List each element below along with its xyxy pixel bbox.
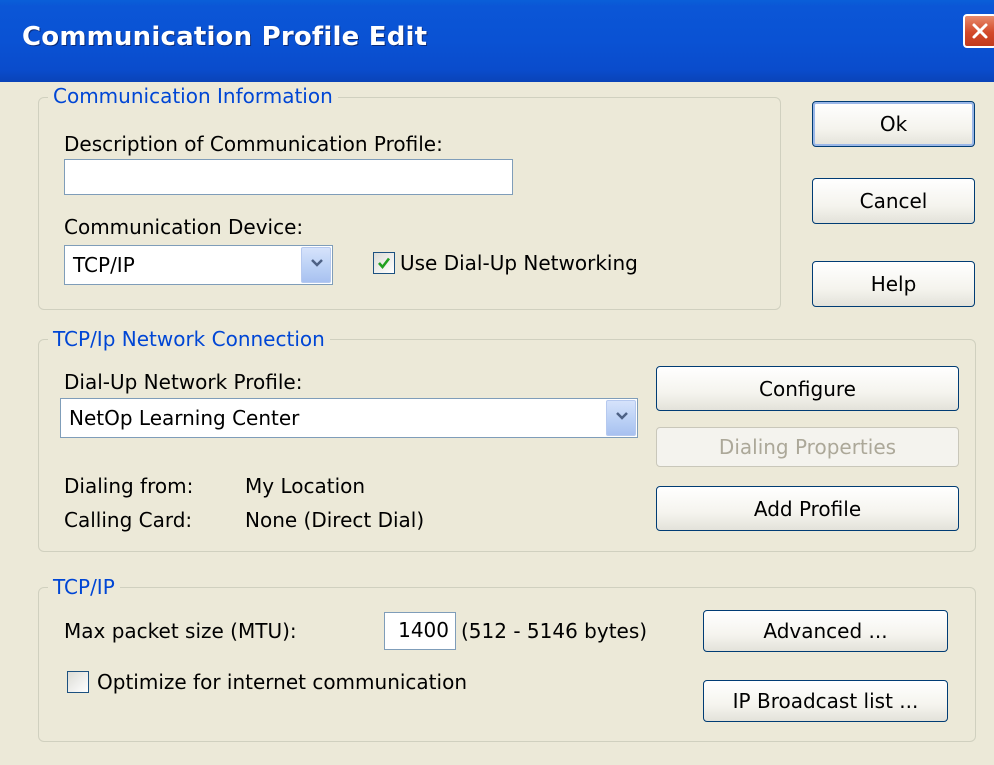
description-input[interactable] [64,159,513,195]
advanced-button[interactable]: Advanced ... [703,610,948,652]
mtu-input[interactable]: 1400 [384,612,456,650]
device-dropdown-button[interactable] [301,247,331,283]
mtu-range: (512 - 5146 bytes) [461,619,648,643]
dialup-checkbox-label[interactable]: Use Dial-Up Networking [400,251,638,275]
dialup-profile-select[interactable]: NetOp Learning Center [60,398,638,438]
help-button[interactable]: Help [812,261,975,307]
optimize-checkbox-label[interactable]: Optimize for internet communication [97,670,467,694]
ip-broadcast-button[interactable]: IP Broadcast list ... [703,680,948,722]
ok-button[interactable]: Ok [812,101,975,147]
device-label: Communication Device: [64,215,304,239]
device-select[interactable]: TCP/IP [64,245,333,285]
chevron-down-icon [311,259,323,267]
title-bar[interactable]: Communication Profile Edit [0,0,994,82]
calling-card-value: None (Direct Dial) [245,508,425,532]
dialup-profile-label: Dial-Up Network Profile: [64,370,303,394]
dialup-profile-dropdown-button[interactable] [606,400,636,436]
mtu-label: Max packet size (MTU): [64,619,297,643]
cancel-button[interactable]: Cancel [812,178,975,224]
dialup-checkbox[interactable] [373,252,395,274]
window-title: Communication Profile Edit [22,22,428,52]
communication-info-legend: Communication Information [48,84,338,108]
dialup-profile-value: NetOp Learning Center [69,406,300,430]
add-profile-button[interactable]: Add Profile [656,486,959,531]
dialing-properties-button[interactable]: Dialing Properties [656,427,959,467]
configure-button[interactable]: Configure [656,366,959,411]
close-icon [972,23,988,39]
description-label: Description of Communication Profile: [64,132,443,156]
close-button[interactable] [963,14,994,48]
chevron-down-icon [616,412,628,420]
dialing-from-value: My Location [245,474,366,498]
calling-card-label: Calling Card: [64,508,193,532]
checkmark-icon [378,257,391,270]
optimize-checkbox[interactable] [67,671,89,693]
device-select-value: TCP/IP [73,253,135,277]
dialing-from-label: Dialing from: [64,474,194,498]
tcpip-legend: TCP/IP [48,575,120,599]
network-connection-legend: TCP/Ip Network Connection [48,327,330,351]
